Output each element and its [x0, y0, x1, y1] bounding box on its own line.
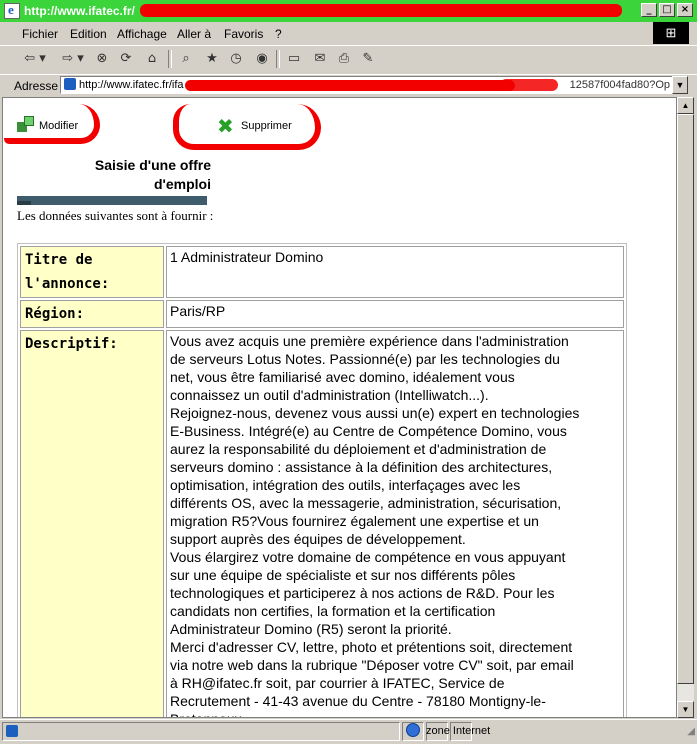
maximize-button[interactable]: □	[659, 3, 675, 17]
title-label-line-1: Titre de	[25, 252, 93, 268]
internet-zone-icon	[406, 723, 420, 737]
menu-fichier[interactable]: Fichier	[22, 27, 58, 41]
redaction-mark	[185, 80, 515, 91]
redaction-mark	[500, 79, 558, 91]
description-line: aurez la responsabilité du déploiement e…	[170, 441, 547, 457]
description-field-label: Descriptif:	[20, 330, 164, 717]
title-field-label: Titre de l'annonce:	[20, 246, 164, 298]
description-line: serveurs domino : assistance à la défini…	[170, 459, 553, 475]
home-icon[interactable]: ⌂	[142, 50, 162, 68]
table-row: Titre de l'annonce: 1 Administrateur Dom…	[20, 246, 624, 298]
description-line: différents OS, avec la messagerie, admin…	[170, 495, 562, 511]
page-icon	[64, 78, 76, 90]
table-row: Région: Paris/RP	[20, 300, 624, 328]
menu-affichage[interactable]: Affichage	[117, 27, 167, 41]
address-url-start: http://www.ifatec.fr/ifa	[79, 79, 184, 91]
menu-bar: Fichier Edition Affichage Aller à Favori…	[0, 24, 697, 44]
description-line: Vous avez acquis une première expérience…	[170, 333, 569, 349]
window-controls: _ □ ×	[641, 3, 693, 17]
search-icon[interactable]: ⌕	[176, 50, 196, 68]
channels-icon[interactable]: ◉	[252, 50, 272, 68]
window-title: http://www.ifatec.fr/	[24, 4, 135, 18]
menu-aller-a[interactable]: Aller à	[177, 27, 211, 41]
edit-icon[interactable]: ✎	[358, 50, 378, 68]
description-line: Bretonneux.	[170, 710, 620, 717]
toolbar-separator	[168, 50, 172, 68]
description-line: Rejoignez-nous, devenez vous aussi un(e)…	[170, 405, 580, 421]
page-title: Saisie d'une offre d'emploi	[63, 156, 211, 194]
page-content: Modifier ✖ Supprimer Saisie d'une offre …	[2, 97, 677, 718]
description-line: E-Business. Intégré(e) au Centre de Comp…	[170, 423, 567, 439]
favorites-icon[interactable]: ★	[202, 50, 222, 68]
address-url-end: 12587f004fad80?Op	[569, 79, 670, 91]
region-field-value: Paris/RP	[166, 300, 624, 328]
description-line: Recrutement - 41-43 avenue du Centre - 7…	[170, 693, 546, 709]
window-titlebar: http://www.ifatec.fr/ _ □ ×	[0, 0, 697, 22]
stop-icon[interactable]: ⊗	[92, 50, 112, 68]
menu-favoris[interactable]: Favoris	[224, 27, 263, 41]
forward-icon[interactable]: ⇨ ▾	[58, 50, 88, 68]
description-line: Vous élargirez votre domaine de compéten…	[170, 549, 566, 565]
intro-text: Les données suivantes sont à fournir :	[17, 208, 214, 223]
history-icon[interactable]: ◷	[226, 50, 246, 68]
description-field-value: Vous avez acquis une première expérience…	[166, 330, 624, 717]
menu-help[interactable]: ?	[275, 27, 282, 41]
region-field-label: Région:	[20, 300, 164, 328]
print-icon[interactable]: ⎙	[334, 50, 354, 68]
ie-icon	[4, 2, 20, 19]
close-button[interactable]: ×	[677, 3, 693, 17]
description-line: Merci d'adresser CV, lettre, photo et pr…	[170, 639, 573, 655]
resize-grip[interactable]: ◢	[687, 726, 695, 737]
description-line: migration R5?Vous fournirez également un…	[170, 513, 539, 529]
toolbar: ⇦ ▾ ⇨ ▾ ⊗ ⟳ ⌂ ⌕ ★ ◷ ◉ ▭ ✉ ⎙ ✎	[0, 45, 697, 75]
minimize-button[interactable]: _	[641, 3, 657, 17]
description-line: candidats non certifies, la formation et…	[170, 603, 496, 619]
description-line: via notre web dans la rubrique "Déposer …	[170, 657, 574, 673]
description-line: connaissez un outil d'administration (In…	[170, 387, 489, 403]
redaction-mark	[140, 4, 622, 17]
toolbar-separator	[276, 50, 280, 68]
description-line: à RH@ifatec.fr soit, par courrier à IFAT…	[170, 675, 505, 691]
scroll-up-button[interactable]: ▲	[677, 97, 694, 114]
menu-edition[interactable]: Edition	[70, 27, 107, 41]
scroll-thumb[interactable]	[677, 114, 694, 684]
annotation-circle	[173, 104, 321, 150]
title-field-value: 1 Administrateur Domino	[166, 246, 624, 298]
zone-pane: zone Internet	[404, 722, 674, 741]
windows-logo: ⊞	[653, 22, 689, 44]
address-label: Adresse	[14, 79, 59, 93]
table-row: Descriptif: Vous avez acquis une premièr…	[20, 330, 624, 717]
refresh-icon[interactable]: ⟳	[116, 50, 136, 68]
description-line: support auprès des équipes de développem…	[170, 531, 466, 547]
description-line: Administrateur Domino (R5) seront la pri…	[170, 621, 452, 637]
status-pane-main	[2, 722, 400, 741]
mail-icon[interactable]: ✉	[310, 50, 330, 68]
description-line: de serveurs Lotus Notes. Passionné(e) pa…	[170, 351, 560, 367]
address-dropdown-button[interactable]: ▼	[672, 76, 688, 94]
scroll-down-button[interactable]: ▼	[677, 701, 694, 718]
offer-form-table: Titre de l'annonce: 1 Administrateur Dom…	[17, 243, 627, 717]
page-title-line-2: d'emploi	[154, 176, 211, 192]
status-bar: zone Internet ◢	[0, 719, 697, 744]
vertical-scrollbar[interactable]: ▲ ▼	[677, 97, 694, 718]
description-line: sur une équipe de spécialiste et sur nos…	[170, 567, 516, 583]
title-underline	[17, 196, 207, 205]
description-line: technologiques et participerez à nos act…	[170, 585, 555, 601]
zone-label: zone Internet	[426, 725, 491, 737]
annotation-circle	[4, 104, 100, 144]
address-bar: Adresse http://www.ifatec.fr/ifa 12587f0…	[0, 74, 697, 97]
description-line: optimisation, intégration des outils, in…	[170, 477, 521, 493]
description-line: net, vous être familiarisé avec domino, …	[170, 369, 515, 385]
back-icon[interactable]: ⇦ ▾	[20, 50, 50, 68]
page-title-line-1: Saisie d'une offre	[94, 157, 211, 173]
title-label-line-2: l'annonce:	[25, 276, 110, 292]
description-text: Vous avez acquis une première expérience…	[170, 332, 620, 717]
page-status-icon	[6, 725, 18, 737]
fullscreen-icon[interactable]: ▭	[284, 50, 304, 68]
